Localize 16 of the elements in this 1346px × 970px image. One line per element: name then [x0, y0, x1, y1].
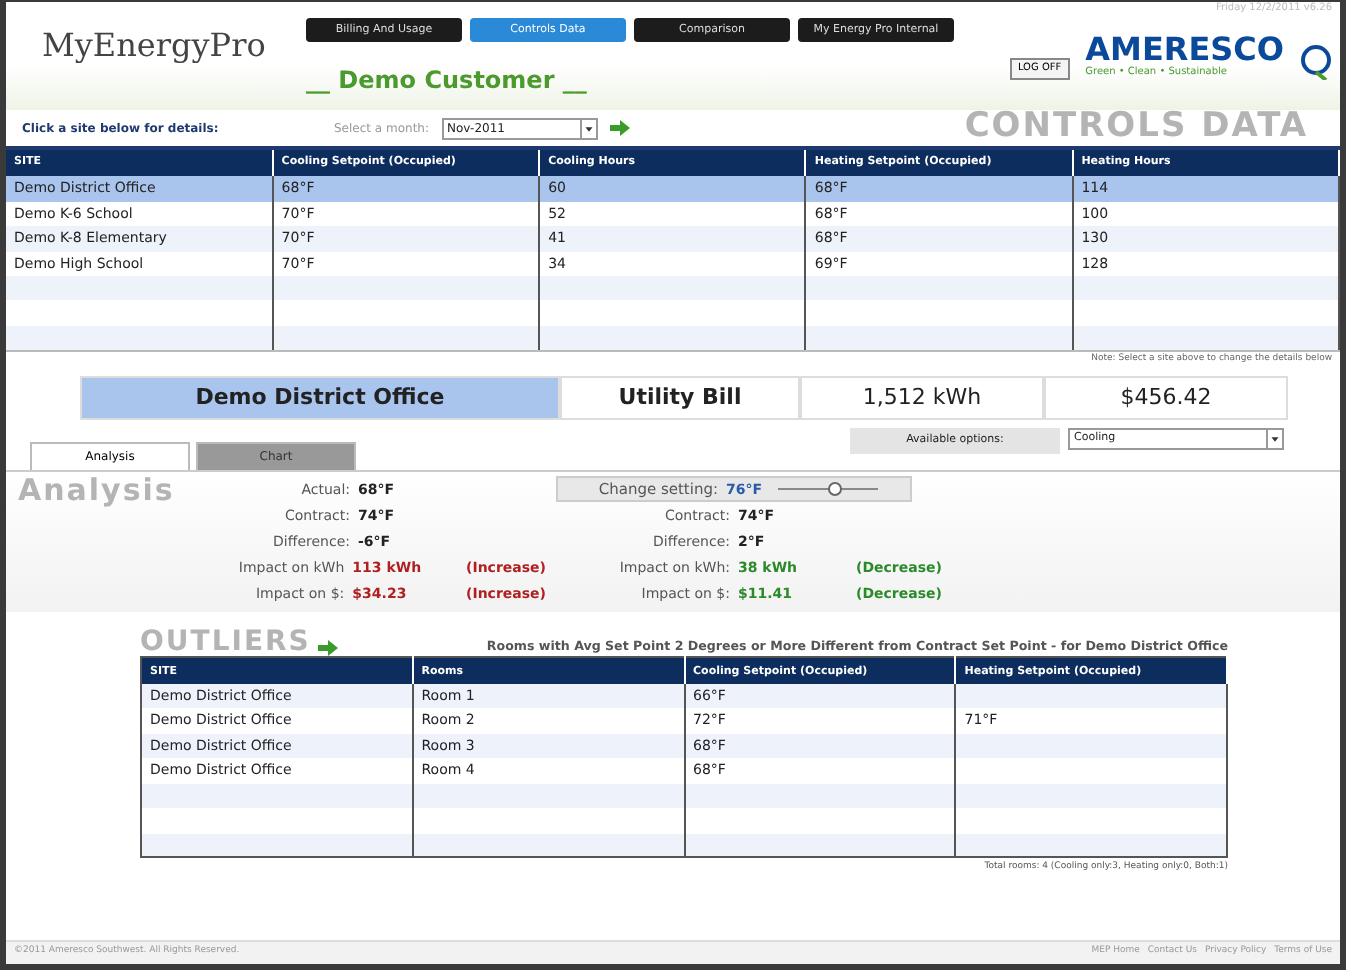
caret-icon[interactable]	[1266, 430, 1282, 449]
caret-icon[interactable]	[579, 119, 595, 137]
outliers-title: OUTLIERS	[140, 628, 311, 657]
brand-name: AMERESCO	[1085, 33, 1284, 65]
energy-value: 1,512 kWh	[800, 375, 1044, 421]
site-name: Demo District Office	[80, 375, 560, 421]
section-title: CONTROLS DATA	[964, 104, 1308, 151]
slider-thumb[interactable]	[827, 482, 842, 497]
arrow-icon[interactable]	[318, 640, 339, 657]
cost-value: $456.42	[1044, 375, 1288, 421]
analysis-title: Analysis	[16, 476, 177, 513]
utility-bill-label: Utility Bill	[560, 375, 800, 421]
customer-name: __ Demo Customer __	[306, 64, 589, 99]
arrow-icon[interactable]	[609, 120, 629, 136]
logo: MyEnergyPro	[42, 26, 266, 64]
logo-icon	[1300, 44, 1332, 80]
